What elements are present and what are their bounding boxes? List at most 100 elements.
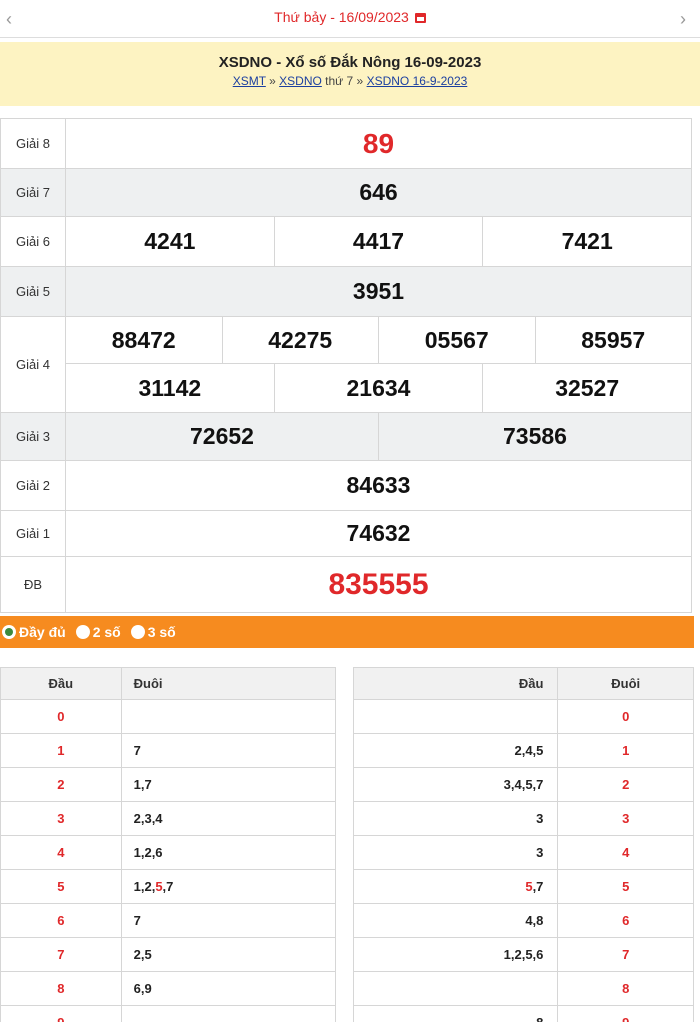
breadcrumb-link-xsdno-date[interactable]: XSDNO 16-9-2023: [367, 74, 468, 88]
head-digit-highlight: 5: [525, 879, 533, 894]
tail-digits: [120, 699, 337, 734]
day-of-week: Thứ bảy: [274, 9, 327, 25]
tail-digits: 6,9: [120, 971, 337, 1006]
filter-option-label: 2 số: [92, 624, 121, 640]
breadcrumb-text-weekday: thứ 7 »: [321, 74, 367, 88]
prize-label: Giải 5: [0, 266, 66, 317]
prize-value-cell: 84633: [65, 460, 692, 511]
prize-row-g6: Giải 6 4241 4417 7421: [0, 216, 692, 267]
prize-row-g3: Giải 3 72652 73586: [0, 412, 692, 461]
prize-label: Giải 7: [0, 168, 66, 217]
tail-digit: 7: [557, 937, 694, 972]
tail-digit: 2: [557, 767, 694, 802]
head-digits-text: ,7: [532, 879, 544, 894]
chevron-right-icon[interactable]: ›: [680, 9, 686, 30]
prize-number: 85957: [581, 326, 646, 353]
head-digit: 6: [0, 903, 122, 938]
prize-number: 4417: [352, 228, 405, 254]
results-table: Giải 8 89 Giải 7 646 Giải 6 4241 4417 74…: [0, 118, 692, 613]
table-row: 5,7 5: [352, 869, 694, 904]
head-digits: 3: [352, 801, 559, 836]
table-row: 9: [0, 1005, 337, 1022]
table-row: 4,8 6: [352, 903, 694, 938]
prize-number: 42275: [268, 326, 333, 353]
head-digit: 7: [0, 937, 122, 972]
head-digit: 5: [0, 869, 122, 904]
tail-digit: 1: [557, 733, 694, 768]
prize-row-g5: Giải 5 3951: [0, 266, 692, 317]
table-row: 34: [352, 835, 694, 870]
radio-checked-icon[interactable]: [2, 625, 16, 639]
tail-digits-text: ,7: [162, 879, 174, 894]
breadcrumb: XSMT » XSDNO thứ 7 » XSDNO 16-9-2023: [0, 74, 700, 88]
prize-label: Giải 8: [0, 118, 66, 169]
filter-option-full[interactable]: Đầy đủ: [2, 624, 66, 640]
breadcrumb-link-xsdno[interactable]: XSDNO: [279, 74, 322, 88]
table-row: 4 1,2,6: [0, 835, 337, 870]
table-row: 3 2,3,4: [0, 801, 337, 836]
tail-digit-highlight: 5: [155, 879, 163, 894]
head-digit: 2: [0, 767, 122, 802]
table-row: 0: [0, 699, 337, 734]
head-digit: 4: [0, 835, 122, 870]
radio-unchecked-icon[interactable]: [75, 625, 90, 639]
head-digits: 4,8: [352, 903, 559, 938]
prize-number: 88472: [111, 326, 176, 353]
prize-number: 84633: [346, 472, 411, 498]
tail-digit: 3: [557, 801, 694, 836]
prize-label: Giải 1: [0, 510, 66, 557]
date-picker[interactable]: Thứ bảy - 16/09/2023: [0, 9, 700, 25]
breadcrumb-link-xsmt[interactable]: XSMT: [233, 74, 266, 88]
date-navigation-bar: ‹ Thứ bảy - 16/09/2023 ›: [0, 0, 700, 38]
display-filter-bar: Đầy đủ 2 số 3 số: [0, 616, 694, 648]
table-row: 3,4,5,7 2: [352, 767, 694, 802]
head-digit: 1: [0, 733, 122, 768]
prize-value-cell: 835555: [65, 556, 692, 613]
prize-value-cell: 4241 4417 7421: [65, 216, 692, 267]
filter-option-label: 3 số: [147, 624, 176, 640]
table-row: 8: [352, 971, 694, 1006]
date-value: 16/09/2023: [338, 9, 409, 25]
column-header: Đuôi: [557, 667, 694, 700]
prize-label: ĐB: [0, 556, 66, 613]
tail-digits-text: 1,2,: [133, 879, 156, 894]
prize-row-special: ĐB 835555: [0, 556, 692, 613]
head-digits: 3: [352, 835, 559, 870]
table-row: 1,2,5,6 7: [352, 937, 694, 972]
tail-digits: 2,5: [120, 937, 337, 972]
tail-digits: 7: [120, 903, 337, 938]
column-header: Đuôi: [120, 667, 337, 700]
tail-digit: 9: [557, 1005, 694, 1022]
head-digits: 1,2,5,6: [352, 937, 559, 972]
tail-digits: [120, 1005, 337, 1022]
calendar-icon[interactable]: [414, 13, 426, 23]
tail-digits: 1,2,6: [120, 835, 337, 870]
results-header: XSDNO - Xổ số Đắk Nông 16-09-2023 XSMT »…: [0, 42, 700, 106]
prize-number: 32527: [555, 374, 620, 401]
prize-value-cell: 74632: [65, 510, 692, 557]
prize-number: 73586: [503, 423, 567, 449]
prize-number: 3951: [352, 278, 405, 304]
loto-head-table: Đầu Đuôi 0 17 2 1,7 3 2,3,4 4 1,2,6 5 1,2,5,…: [0, 667, 337, 1022]
prize-label: Giải 3: [0, 412, 66, 461]
table-row: 2 1,7: [0, 767, 337, 802]
column-header: Đầu: [0, 667, 122, 700]
radio-unchecked-icon[interactable]: [130, 625, 145, 639]
tail-digits: 2,3,4: [120, 801, 337, 836]
prize-label: Giải 6: [0, 216, 66, 267]
special-prize-number: 835555: [328, 567, 429, 601]
tail-digits: 1,7: [120, 767, 337, 802]
prize-value-cell: 89: [65, 118, 692, 169]
tail-digit: 0: [557, 699, 694, 734]
head-digit: 0: [0, 699, 122, 734]
prize-row-g4: Giải 4 88472 42275 05567 85957 31142 216…: [0, 316, 692, 413]
prize-value-cell: 3951: [65, 266, 692, 317]
head-digits: 8: [352, 1005, 559, 1022]
filter-option-2-digits[interactable]: 2 số: [75, 624, 121, 640]
head-digits: [352, 971, 559, 1006]
breadcrumb-separator: »: [265, 74, 280, 88]
prize-number: 74632: [346, 520, 411, 546]
filter-option-3-digits[interactable]: 3 số: [130, 624, 176, 640]
filter-option-label: Đầy đủ: [19, 624, 66, 640]
prize-label: Giải 4: [0, 316, 66, 413]
